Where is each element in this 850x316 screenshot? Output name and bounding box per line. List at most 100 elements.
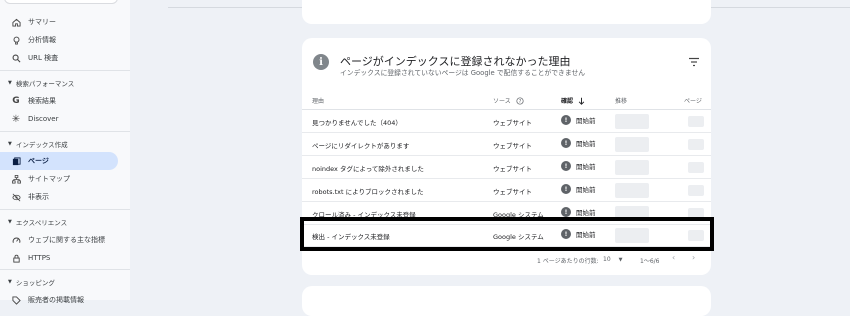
pages-count-placeholder	[688, 116, 704, 127]
sidebar-item-pages[interactable]: ページ	[0, 152, 118, 170]
sidebar-item-label: 非表示	[28, 193, 49, 201]
trend-placeholder	[615, 114, 649, 129]
sidebar-item-label: 販売者の掲載情報	[28, 296, 84, 304]
pages-icon	[11, 156, 21, 166]
asterisk-icon: ✳	[11, 113, 21, 125]
status-exclamation-icon: !	[561, 161, 571, 171]
table-row[interactable]: robots.txt によりブロックされました ウェブサイト ! 開始前	[302, 179, 711, 202]
status-exclamation-icon: !	[561, 138, 571, 148]
section-title: ショッピング	[15, 279, 55, 287]
next-page-icon[interactable]: ›	[692, 253, 695, 262]
pages-count-placeholder	[688, 139, 704, 150]
caret-down-icon: ▼	[8, 141, 12, 147]
sidebar-item-label: サイトマップ	[28, 175, 70, 183]
rows-per-page-label: 1 ページあたりの行数:	[537, 258, 599, 265]
sidebar-item-label: 検索結果	[28, 97, 56, 105]
lightbulb-icon	[11, 35, 21, 45]
section-title: 検索パフォーマンス	[15, 80, 75, 88]
status-exclamation-icon: !	[561, 115, 571, 125]
column-header-status[interactable]: 確認	[561, 96, 585, 105]
divider	[0, 70, 130, 71]
previous-card	[302, 0, 711, 24]
status-label: 開始前	[576, 163, 596, 171]
status-cell: ! 開始前	[561, 115, 596, 125]
sidebar-item-insights[interactable]: 分析情報	[0, 31, 118, 49]
section-title: エクスペリエンス	[15, 219, 68, 227]
reason-cell: ページにリダイレクトがあります	[312, 142, 410, 150]
trend-placeholder	[615, 160, 649, 175]
table-row[interactable]: noindex タグによって除外されました ウェブサイト ! 開始前	[302, 156, 711, 179]
section-indexing[interactable]: ▼ インデックス作成	[0, 137, 118, 151]
column-header-label: 確認	[561, 98, 574, 105]
divider	[0, 131, 130, 132]
sidebar-item-removals[interactable]: 非表示	[0, 188, 118, 206]
sidebar-item-discover[interactable]: ✳ Discover	[0, 110, 118, 128]
sidebar-item-label: 分析情報	[28, 36, 56, 44]
highlight-annotation-box	[300, 217, 714, 251]
column-header-source[interactable]: ソース ?	[493, 96, 524, 105]
tag-icon	[11, 295, 21, 305]
status-cell: ! 開始前	[561, 138, 596, 148]
trend-placeholder	[615, 137, 649, 152]
sidebar-item-label: Discover	[28, 115, 59, 123]
section-experience[interactable]: ▼ エクスペリエンス	[0, 215, 118, 229]
lock-icon	[11, 253, 21, 263]
sidebar-item-search-results[interactable]: G 検索結果	[0, 92, 118, 110]
info-icon: i	[313, 54, 329, 70]
sidebar-item-core-web-vitals[interactable]: ウェブに関する主な指標	[0, 231, 118, 249]
next-card	[302, 286, 711, 316]
column-header-reason[interactable]: 理由	[312, 96, 324, 105]
column-header-label: ソース	[493, 98, 511, 105]
search-icon	[11, 53, 21, 63]
source-cell: ウェブサイト	[493, 165, 532, 173]
sidebar-item-summary[interactable]: サマリー	[0, 13, 118, 31]
column-header-trend[interactable]: 推移	[615, 96, 627, 105]
previous-page-icon[interactable]: ‹	[672, 253, 675, 262]
status-cell: ! 開始前	[561, 207, 596, 217]
rows-per-page-select[interactable]: 10 ▼	[603, 256, 623, 263]
help-icon[interactable]: ?	[516, 96, 524, 105]
sidebar-item-label: URL 検査	[28, 54, 59, 62]
status-exclamation-icon: !	[561, 184, 571, 194]
sidebar-item-label: ページ	[28, 157, 49, 165]
sort-down-arrow-icon	[578, 97, 585, 105]
status-label: 開始前	[576, 140, 596, 148]
eye-off-icon	[11, 192, 21, 202]
pages-count-placeholder	[688, 185, 704, 196]
reason-cell: robots.txt によりブロックされました	[312, 188, 424, 196]
status-cell: ! 開始前	[561, 184, 596, 194]
status-label: 開始前	[576, 186, 596, 194]
sidebar-item-label: サマリー	[28, 18, 56, 26]
divider	[0, 269, 130, 270]
trend-placeholder	[615, 183, 649, 198]
table-row[interactable]: ページにリダイレクトがあります ウェブサイト ! 開始前	[302, 133, 711, 156]
source-cell: ウェブサイト	[493, 188, 532, 196]
caret-down-icon: ▼	[8, 219, 12, 225]
sidebar: サマリー 分析情報 URL 検査 ▼ 検索パフォーマンス G 検索結果 ✳ Di…	[0, 0, 130, 305]
source-cell: ウェブサイト	[493, 142, 532, 150]
pages-count-placeholder	[688, 162, 704, 173]
divider	[0, 209, 130, 210]
caret-down-icon: ▼	[8, 80, 12, 86]
property-selector[interactable]	[4, 0, 118, 4]
reason-cell: noindex タグによって除外されました	[312, 165, 424, 173]
google-g-icon: G	[12, 96, 20, 106]
sidebar-item-merchant-listings[interactable]: 販売者の掲載情報	[0, 291, 118, 309]
status-label: 開始前	[576, 117, 596, 125]
dropdown-caret-icon: ▼	[618, 256, 623, 263]
status-cell: ! 開始前	[561, 161, 596, 171]
card-subtitle: インデックスに登録されていないページは Google で配信することができません	[340, 69, 586, 77]
section-shopping[interactable]: ▼ ショッピング	[0, 275, 118, 289]
status-label: 開始前	[576, 209, 596, 217]
table-row[interactable]: 見つかりませんでした（404） ウェブサイト ! 開始前	[302, 110, 711, 133]
section-title: インデックス作成	[15, 141, 68, 149]
column-header-pages[interactable]: ページ	[684, 96, 702, 105]
caret-down-icon: ▼	[8, 279, 12, 285]
filter-icon[interactable]	[688, 57, 700, 67]
sidebar-item-https[interactable]: HTTPS	[0, 249, 118, 267]
reason-cell: 見つかりませんでした（404）	[312, 119, 402, 127]
sitemap-icon	[11, 174, 21, 184]
section-search-performance[interactable]: ▼ 検索パフォーマンス	[0, 76, 118, 90]
sidebar-item-url-inspection[interactable]: URL 検査	[0, 49, 118, 67]
sidebar-item-sitemaps[interactable]: サイトマップ	[0, 170, 118, 188]
